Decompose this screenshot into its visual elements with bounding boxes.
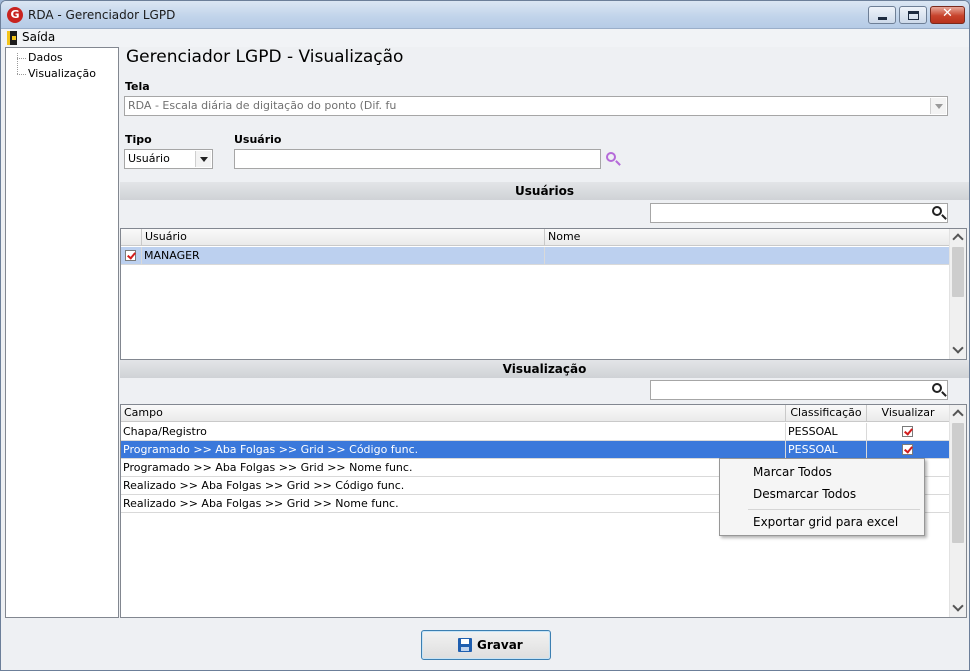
cell-visualizar (867, 423, 950, 441)
context-menu-item-desmarcar-todos[interactable]: Desmarcar Todos (753, 487, 856, 501)
cell-campo: Realizado >> Aba Folgas >> Grid >> Códig… (121, 477, 786, 495)
usuarios-section-header: Usuários (120, 182, 969, 200)
row-checkbox[interactable] (125, 250, 136, 261)
window-title: RDA - Gerenciador LGPD (28, 8, 176, 22)
menu-bar: Saída (1, 29, 969, 47)
tipo-label: Tipo (125, 133, 152, 146)
exit-door-icon (7, 31, 17, 45)
scroll-up-icon[interactable] (952, 409, 964, 421)
app-logo-icon: G (7, 7, 23, 23)
tipo-select-value: Usuário (128, 152, 170, 165)
scroll-down-icon[interactable] (952, 342, 964, 354)
scroll-thumb[interactable] (952, 247, 964, 297)
tela-label: Tela (125, 80, 150, 93)
chevron-down-icon (930, 98, 946, 114)
tela-select[interactable]: RDA - Escala diária de digitação do pont… (124, 96, 948, 116)
search-icon[interactable] (932, 206, 942, 216)
save-button[interactable]: Gravar (421, 630, 551, 660)
tree-connector (17, 53, 18, 74)
usuarios-grid: Usuário Nome MANAGER (120, 228, 967, 360)
usuario-label: Usuário (234, 133, 282, 146)
grid-header-nome[interactable]: Nome (545, 229, 950, 246)
chevron-down-icon (195, 151, 211, 167)
cell-campo: Realizado >> Aba Folgas >> Grid >> Nome … (121, 495, 786, 513)
context-menu-separator (748, 509, 920, 510)
context-menu: Marcar Todos Desmarcar Todos Exportar gr… (719, 458, 925, 536)
cell-classificacao: PESSOAL (786, 441, 867, 459)
context-menu-item-marcar-todos[interactable]: Marcar Todos (753, 465, 832, 479)
cell-campo: Chapa/Registro (121, 423, 786, 441)
minimize-icon (878, 17, 887, 20)
table-row[interactable]: Programado >> Aba Folgas >> Grid >> Códi… (121, 441, 950, 459)
grid-header-check (121, 229, 142, 246)
visualizacao-section-header: Visualização (120, 360, 969, 378)
save-disk-icon (458, 638, 472, 652)
close-icon: ✕ (942, 6, 953, 21)
maximize-button[interactable] (899, 6, 927, 24)
scroll-down-icon[interactable] (952, 600, 964, 612)
title-bar[interactable]: G RDA - Gerenciador LGPD ✕ (1, 1, 969, 29)
usuario-input[interactable] (234, 149, 601, 169)
cell-nome (545, 247, 950, 265)
cell-usuario: MANAGER (142, 247, 545, 265)
visualizar-checkbox[interactable] (902, 444, 913, 455)
table-row[interactable]: Chapa/Registro PESSOAL (121, 423, 950, 441)
tree-connector (17, 74, 26, 75)
usuarios-filter-input[interactable] (650, 203, 948, 223)
menu-exit[interactable]: Saída (22, 30, 55, 44)
grid-header-campo[interactable]: Campo (121, 405, 786, 422)
maximize-icon (908, 11, 919, 20)
grid-header-visualizar[interactable]: Visualizar (867, 405, 950, 422)
scroll-thumb[interactable] (952, 423, 964, 543)
row-check-cell (121, 247, 142, 265)
cell-campo: Programado >> Aba Folgas >> Grid >> Códi… (121, 441, 786, 459)
navigation-tree: Dados Visualização (5, 47, 119, 618)
search-icon[interactable] (606, 152, 616, 162)
save-button-label: Gravar (477, 638, 523, 652)
scroll-up-icon[interactable] (952, 233, 964, 245)
app-window: G RDA - Gerenciador LGPD ✕ Saída Dados V… (0, 0, 970, 671)
tela-select-value: RDA - Escala diária de digitação do pont… (128, 99, 397, 112)
page-title: Gerenciador LGPD - Visualização (126, 47, 404, 67)
cell-visualizar (867, 441, 950, 459)
grid-header-usuario[interactable]: Usuário (142, 229, 545, 246)
tree-item-dados[interactable]: Dados (28, 51, 63, 64)
cell-classificacao: PESSOAL (786, 423, 867, 441)
search-icon[interactable] (932, 383, 942, 393)
grid-header-classificacao[interactable]: Classificação (786, 405, 867, 422)
minimize-button[interactable] (868, 6, 896, 24)
visualizacao-scrollbar[interactable] (949, 405, 966, 617)
tree-item-visualizacao[interactable]: Visualização (28, 67, 96, 80)
context-menu-item-exportar-excel[interactable]: Exportar grid para excel (753, 515, 898, 529)
table-row[interactable]: MANAGER (121, 247, 950, 265)
tree-connector (17, 58, 26, 59)
visualizar-checkbox[interactable] (902, 426, 913, 437)
usuarios-scrollbar[interactable] (949, 229, 966, 359)
tipo-select[interactable]: Usuário (124, 149, 213, 169)
cell-campo: Programado >> Aba Folgas >> Grid >> Nome… (121, 459, 786, 477)
close-button[interactable]: ✕ (930, 6, 965, 24)
visualizacao-filter-input[interactable] (650, 380, 948, 400)
